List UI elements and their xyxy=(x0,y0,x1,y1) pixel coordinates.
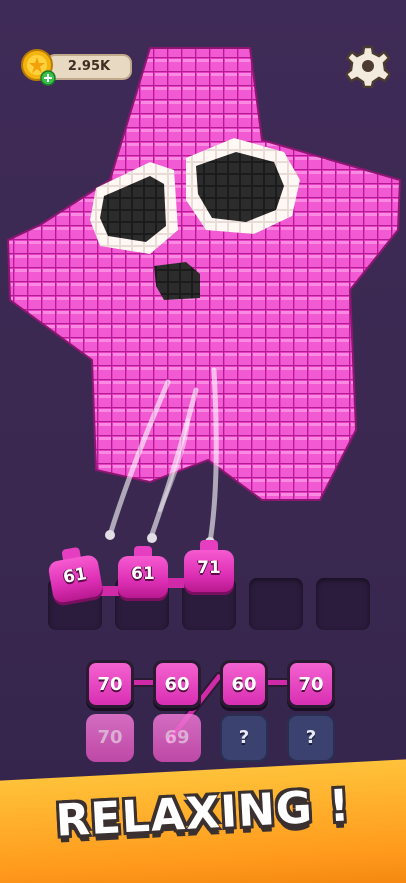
shooter-ammo: 61 xyxy=(131,564,155,584)
shooter-cannon[interactable]: 61 xyxy=(114,546,172,602)
queue-tile[interactable]: 70 xyxy=(86,660,134,708)
mystery-tile: ? xyxy=(287,714,335,762)
queue-tile[interactable]: 60 xyxy=(153,660,201,708)
queue-ammo: 70 xyxy=(97,674,123,695)
pink-star-creature xyxy=(6,47,402,547)
shooter-slot-4 xyxy=(249,578,303,630)
queue-ammo: 70 xyxy=(298,674,324,695)
queue-ammo: 60 xyxy=(164,674,190,695)
queue-tile: 69 xyxy=(153,714,201,762)
shooter-cannon[interactable]: 61 xyxy=(42,543,109,608)
queue-tile: 70 xyxy=(86,714,134,762)
queue-tile[interactable]: 60 xyxy=(220,660,268,708)
plus-icon[interactable] xyxy=(40,70,56,86)
coin-counter[interactable]: 2.95K xyxy=(20,48,132,86)
queue-ammo: 70 xyxy=(97,727,123,748)
mystery-tile: ? xyxy=(220,714,268,762)
gear-icon[interactable] xyxy=(346,44,390,88)
mystery-mark: ? xyxy=(305,727,317,748)
mystery-mark: ? xyxy=(238,727,250,748)
queue-tile[interactable]: 70 xyxy=(287,660,335,708)
queue-ammo: 69 xyxy=(164,727,190,748)
shooter-ammo: 71 xyxy=(197,558,221,578)
game-screen: 2.95K 61 61 71 70 60 60 70 70 69 ? ? REL… xyxy=(0,0,406,883)
shooter-slot-5 xyxy=(316,578,370,630)
shooter-cannon[interactable]: 71 xyxy=(180,540,238,596)
coin-amount: 2.95K xyxy=(67,59,111,74)
queue-ammo: 60 xyxy=(231,674,257,695)
